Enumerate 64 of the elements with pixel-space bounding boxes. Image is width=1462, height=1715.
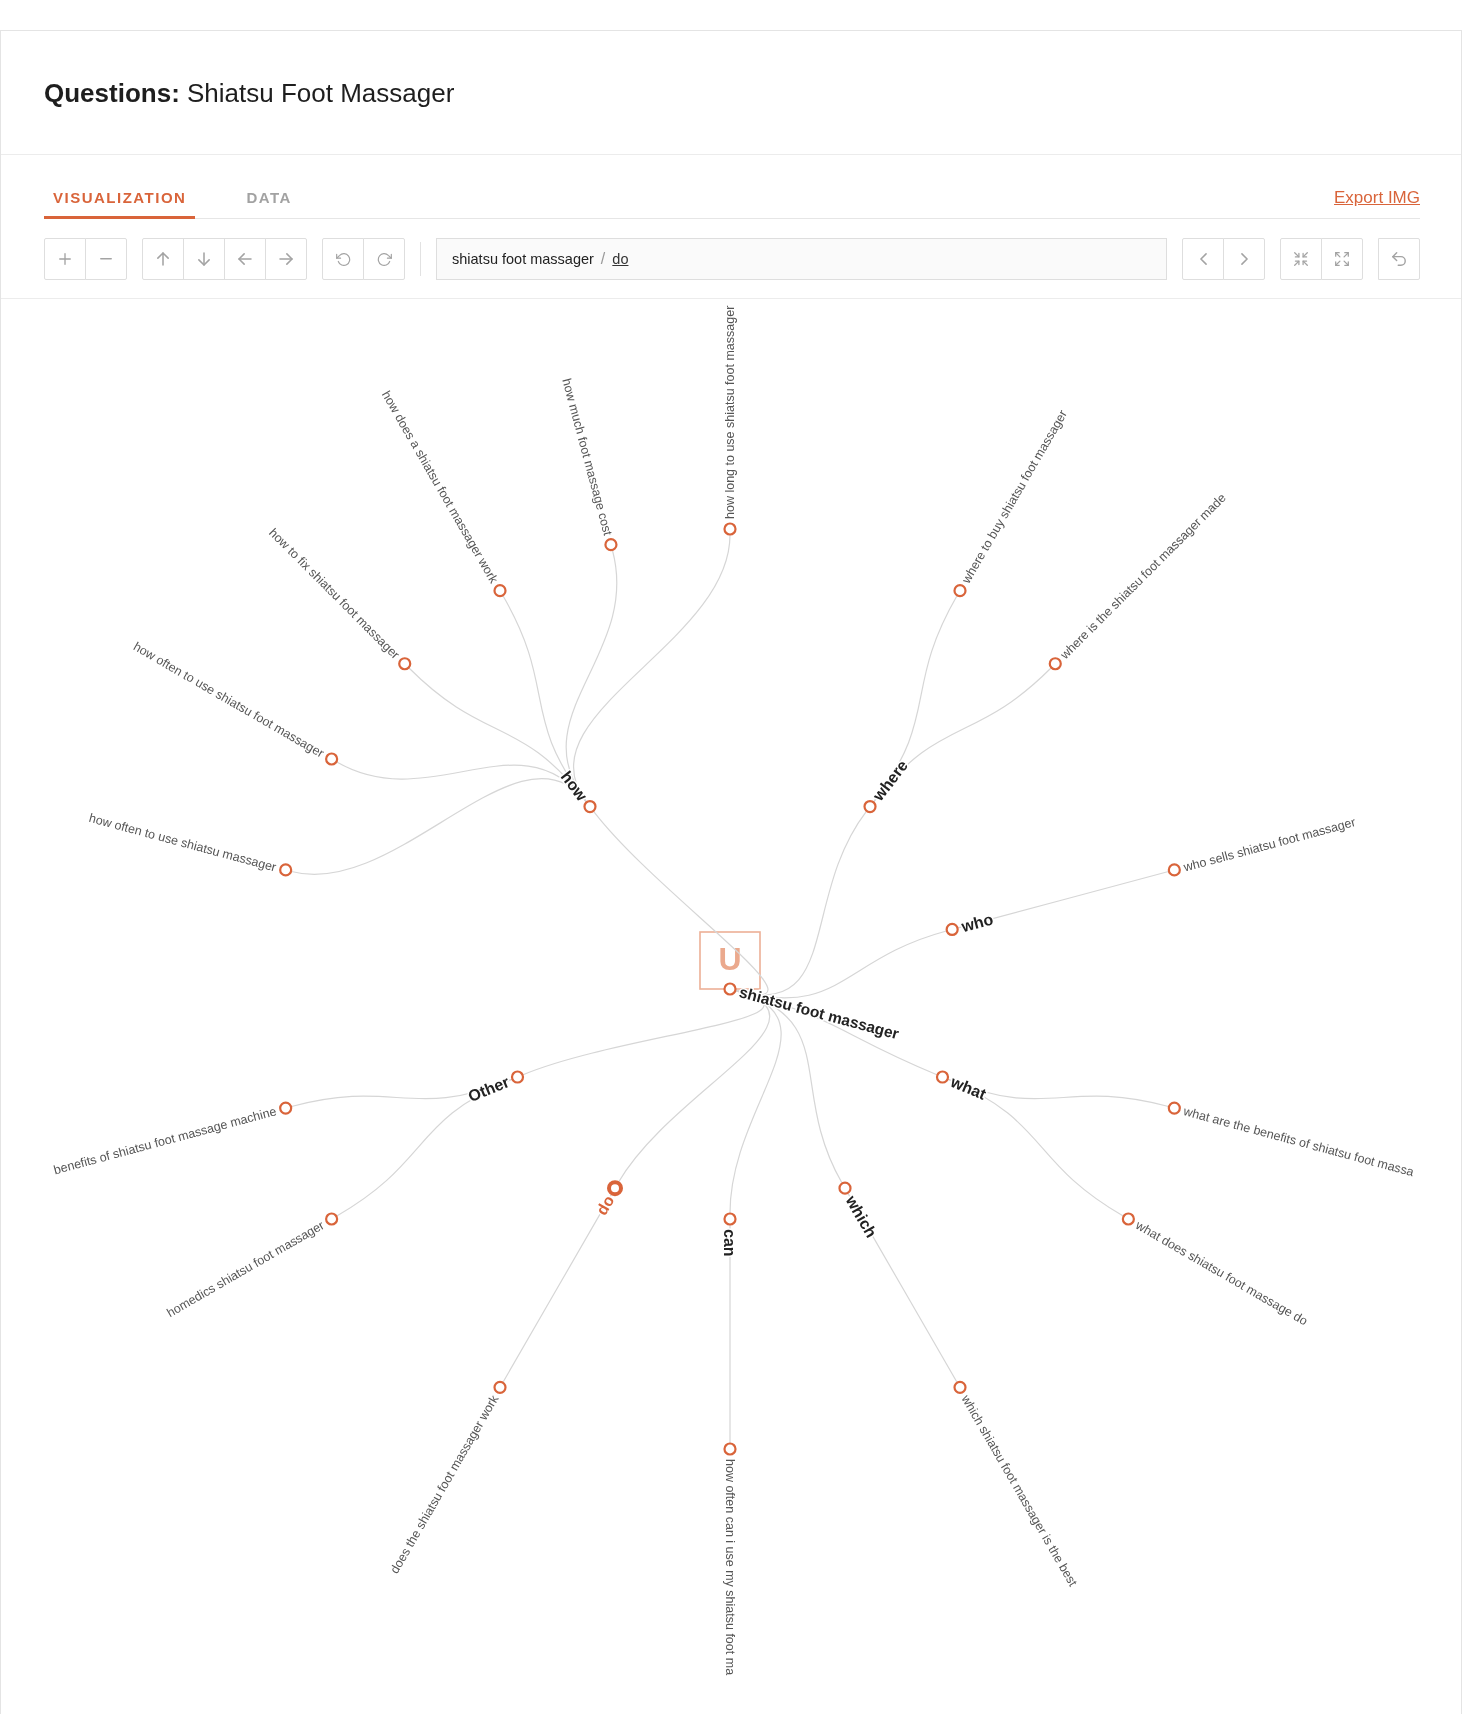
question-label: how much foot massage cost xyxy=(559,376,615,537)
arrow-left-icon xyxy=(238,253,252,265)
node-ring-icon[interactable] xyxy=(935,1070,950,1084)
pan-left-button[interactable] xyxy=(224,238,266,280)
collapse-button[interactable] xyxy=(1280,238,1322,280)
keyword-label: what xyxy=(948,1073,989,1103)
arrow-right-icon xyxy=(279,253,293,265)
node-ring-icon[interactable] xyxy=(493,584,507,598)
redo-button[interactable] xyxy=(363,238,405,280)
breadcrumb-item: shiatsu foot massager xyxy=(452,251,594,267)
question-label: how often to use shiatsu massager xyxy=(87,810,278,875)
question-label: how long to use shiatsu foot massager xyxy=(723,305,738,519)
node-ring-icon[interactable] xyxy=(945,922,959,937)
node-ring-icon[interactable] xyxy=(838,1181,852,1195)
node-ring-icon[interactable] xyxy=(1167,1101,1181,1115)
node-ring-icon[interactable] xyxy=(953,584,967,598)
node-ring-icon[interactable] xyxy=(723,982,737,996)
arrow-up-icon xyxy=(157,252,169,266)
node-ring-icon[interactable] xyxy=(723,1442,737,1456)
node-ring-icon[interactable] xyxy=(325,752,339,766)
return-arrow-icon xyxy=(1392,252,1406,266)
node-ring-icon[interactable] xyxy=(607,1180,623,1197)
node-ring-icon[interactable] xyxy=(1121,1212,1135,1226)
node-ring-icon[interactable] xyxy=(953,1380,967,1394)
breadcrumb-link[interactable]: do xyxy=(612,251,629,267)
question-label: who sells shiatsu foot massager xyxy=(1182,815,1358,875)
node-ring-icon[interactable] xyxy=(510,1070,525,1084)
minus-icon xyxy=(100,258,112,260)
pan-down-button[interactable] xyxy=(183,238,225,280)
node-ring-icon[interactable] xyxy=(279,863,293,877)
arrow-down-icon xyxy=(198,252,210,266)
question-label: benefits of shiatsu foot massage machine xyxy=(52,1104,278,1178)
chevron-right-icon xyxy=(1240,253,1248,265)
export-link[interactable]: Export IMG xyxy=(1334,187,1420,208)
plus-icon xyxy=(59,253,71,265)
redo-icon xyxy=(376,252,392,266)
undo-icon xyxy=(335,252,351,266)
node-ring-icon[interactable] xyxy=(723,522,737,536)
node-ring-icon[interactable] xyxy=(583,799,597,814)
undo-button[interactable] xyxy=(322,238,364,280)
node-ring-icon[interactable] xyxy=(493,1380,507,1394)
expand-button[interactable] xyxy=(1321,238,1363,280)
node-ring-icon[interactable] xyxy=(863,799,877,814)
node-ring-icon[interactable] xyxy=(398,657,412,671)
node-ring-icon[interactable] xyxy=(723,1212,737,1226)
chevron-left-icon xyxy=(1199,253,1207,265)
node-ring-icon[interactable] xyxy=(325,1212,339,1226)
arrows-outward-icon xyxy=(1335,252,1349,266)
breadcrumb-separator: / xyxy=(600,250,606,268)
node-ring-icon[interactable] xyxy=(279,1101,293,1115)
tab[interactable]: DATA xyxy=(237,177,301,219)
page-title: Questions: Shiatsu Foot Massager xyxy=(44,78,455,108)
pan-right-button[interactable] xyxy=(265,238,307,280)
keyword-label: who xyxy=(959,910,995,936)
node-ring-icon[interactable] xyxy=(1167,863,1181,877)
keyword-label: Other xyxy=(465,1073,512,1106)
arrows-inward-icon xyxy=(1294,252,1308,266)
node-ring-icon[interactable] xyxy=(1048,657,1062,671)
question-label: what are the benefits of shiatsu foot massa xyxy=(1182,1104,1416,1180)
node-ring-icon[interactable] xyxy=(604,538,618,552)
keyword-label: do xyxy=(592,1192,618,1219)
keyword-label: can xyxy=(721,1229,739,1257)
tab[interactable]: VISUALIZATION xyxy=(44,177,196,219)
question-label: how often can i use my shiatsu foot ma xyxy=(722,1459,737,1676)
